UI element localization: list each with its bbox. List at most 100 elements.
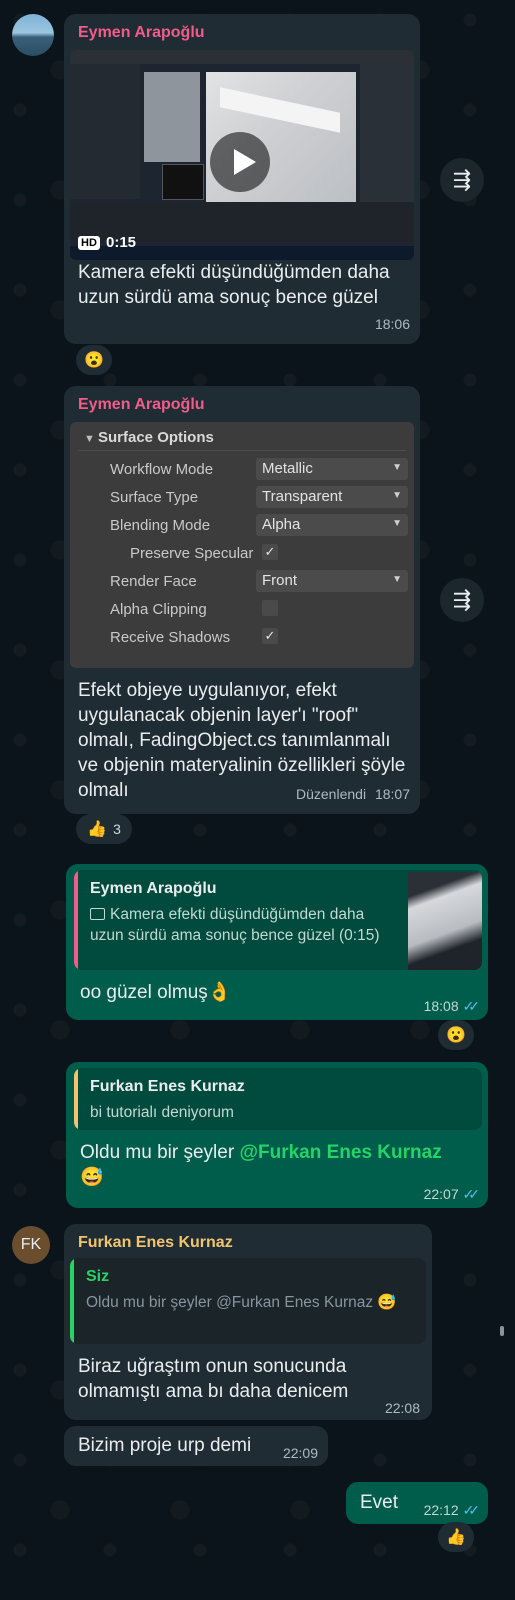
message-reaction[interactable]: 😮 (76, 345, 112, 375)
panel-title: Surface Options (98, 429, 214, 446)
message-text: Kamera efekti düşündüğümden daha uzun sü… (78, 262, 390, 308)
message-text: Efekt objeye uygulanıyor, efekt uygulana… (78, 680, 406, 801)
message-text: Evet (360, 1492, 399, 1513)
video-frame-menu (162, 164, 204, 200)
preserve-specular-checkbox[interactable]: ✓ (262, 544, 278, 560)
message-bubble-image[interactable]: Eymen Arapoğlu ▼ Surface Options Workflo… (64, 386, 420, 814)
render-face-dropdown[interactable]: Front ▼ (256, 570, 408, 592)
quoted-message[interactable]: Siz Oldu mu bir şeyler @Furkan Enes Kurn… (70, 1258, 426, 1344)
message-text-prefix: Oldu mu bir şeyler (80, 1142, 240, 1163)
receive-shadows-checkbox[interactable]: ✓ (262, 628, 278, 644)
sender-name: Eymen Arapoğlu (78, 24, 205, 41)
chevron-down-icon: ▼ (392, 518, 402, 529)
message-time-text: 22:12 (423, 1502, 459, 1518)
message-reaction[interactable]: 👍 3 (76, 814, 132, 844)
reaction-count: 3 (113, 821, 121, 837)
row-label: Surface Type (110, 489, 199, 506)
message-reaction[interactable]: 😮 (438, 1020, 474, 1050)
workflow-mode-dropdown[interactable]: Metallic ▼ (256, 458, 408, 480)
row-label: Blending Mode (110, 517, 211, 534)
sender-avatar[interactable] (12, 14, 54, 56)
chevron-down-icon: ▼ (392, 462, 402, 473)
message-time: 22:08 (384, 1400, 420, 1416)
message-reaction[interactable]: 👍 (438, 1522, 474, 1552)
quote-sender: Siz (86, 1268, 110, 1285)
play-icon[interactable] (210, 132, 270, 192)
message-emoji: 😅 (80, 1167, 104, 1188)
collapse-arrow-icon: ▼ (84, 433, 95, 445)
message-text: Bizim proje urp demi (78, 1435, 252, 1456)
message-bubble-outgoing-reply[interactable]: Eymen Arapoğlu Kamera efekti düşündüğümd… (66, 864, 488, 1020)
panel-divider (78, 450, 406, 451)
video-frame-scene (144, 72, 200, 162)
message-time: 22:12 ✓✓ (423, 1502, 481, 1519)
message-text: Biraz uğraştım onun sonucunda olmamıştı … (78, 1356, 349, 1402)
quote-text: bi tutorialı deniyorum (90, 1104, 234, 1121)
row-label: Render Face (110, 573, 197, 590)
chevron-down-icon: ▼ (392, 490, 402, 501)
video-frame-toolbar (70, 50, 414, 64)
video-frame-hierarchy (70, 64, 140, 199)
quote-sender: Eymen Arapoğlu (90, 880, 217, 897)
row-label: Preserve Specular (130, 545, 254, 562)
message-time: 22:09 (282, 1445, 318, 1461)
quoted-message[interactable]: Eymen Arapoğlu Kamera efekti düşündüğümd… (74, 870, 482, 970)
message-time: 18:08 ✓✓ (423, 998, 481, 1015)
dropdown-value: Alpha (262, 516, 301, 533)
chevron-down-icon: ▼ (392, 574, 402, 585)
forward-icon: ⇶ (452, 167, 472, 192)
quote-thumbnail (408, 872, 482, 970)
sender-name: Eymen Arapoğlu (78, 396, 205, 413)
avatar-initials: FK (20, 1236, 42, 1253)
video-duration: 0:15 (106, 234, 137, 251)
message-text: Oldu mu bir şeyler @Furkan Enes Kurnaz 😅 (80, 1140, 480, 1190)
sender-name: Furkan Enes Kurnaz (78, 1234, 233, 1251)
row-workflow-mode: Workflow Mode Metallic ▼ (70, 456, 410, 484)
message-bubble-video[interactable]: Eymen Arapoğlu HD 0:15 Kamera efekti düş… (64, 14, 420, 344)
message-time: 18:07 (374, 786, 410, 802)
video-quality-badge: HD (78, 236, 100, 250)
forward-icon: ⇶ (452, 587, 472, 612)
avatar[interactable]: FK (12, 1226, 50, 1264)
surface-type-dropdown[interactable]: Transparent ▼ (256, 486, 408, 508)
video-frame-inspector (360, 64, 414, 204)
message-bubble-outgoing-mention[interactable]: Furkan Enes Kurnaz bi tutorialı deniyoru… (66, 1062, 488, 1208)
alpha-clipping-checkbox[interactable] (262, 600, 278, 616)
quote-bar (74, 870, 78, 970)
message-bubble-outgoing[interactable]: Evet 22:12 ✓✓ (346, 1482, 488, 1524)
mention-link[interactable]: @Furkan Enes Kurnaz (239, 1142, 441, 1163)
row-blending-mode: Blending Mode Alpha ▼ (70, 512, 410, 540)
forward-button[interactable]: ⇶ (440, 158, 484, 202)
row-alpha-clipping: Alpha Clipping (70, 596, 410, 624)
message-bubble-incoming[interactable]: Bizim proje urp demi 22:09 (64, 1426, 328, 1466)
quote-text: Oldu mu bir şeyler @Furkan Enes Kurnaz 😅 (86, 1294, 397, 1311)
message-time-text: 22:07 (423, 1186, 459, 1202)
message-time: 22:07 ✓✓ (423, 1186, 481, 1203)
row-label: Alpha Clipping (110, 601, 207, 618)
double-check-icon: ✓✓ (462, 1186, 481, 1202)
message-time-text: 18:08 (423, 998, 459, 1014)
message-bubble-incoming-reply[interactable]: Furkan Enes Kurnaz Siz Oldu mu bir şeyle… (64, 1224, 432, 1420)
forward-button[interactable]: ⇶ (440, 578, 484, 622)
dropdown-value: Transparent (262, 488, 343, 505)
reaction-emoji: 👍 (87, 821, 108, 838)
double-check-icon: ✓✓ (462, 1502, 481, 1518)
blending-mode-dropdown[interactable]: Alpha ▼ (256, 514, 408, 536)
row-render-face: Render Face Front ▼ (70, 568, 410, 596)
row-preserve-specular: Preserve Specular ✓ (70, 540, 410, 568)
message-text: oo güzel olmuş👌 (80, 982, 232, 1003)
quote-sender: Furkan Enes Kurnaz (90, 1078, 245, 1095)
video-thumbnail[interactable]: HD 0:15 (70, 50, 414, 260)
quoted-message[interactable]: Furkan Enes Kurnaz bi tutorialı deniyoru… (74, 1068, 482, 1130)
quote-bar (70, 1258, 74, 1344)
double-check-icon: ✓✓ (462, 998, 481, 1014)
row-label: Workflow Mode (110, 461, 214, 478)
quote-text: Kamera efekti düşündüğümden daha uzun sü… (90, 906, 380, 944)
row-receive-shadows: Receive Shadows ✓ (70, 624, 410, 652)
dropdown-value: Metallic (262, 460, 313, 477)
row-label: Receive Shadows (110, 629, 231, 646)
image-attachment[interactable]: ▼ Surface Options Workflow Mode Metallic… (70, 422, 414, 668)
dropdown-value: Front (262, 572, 298, 589)
edited-label: Düzenlendi (296, 786, 367, 802)
scroll-indicator[interactable] (500, 1326, 504, 1336)
